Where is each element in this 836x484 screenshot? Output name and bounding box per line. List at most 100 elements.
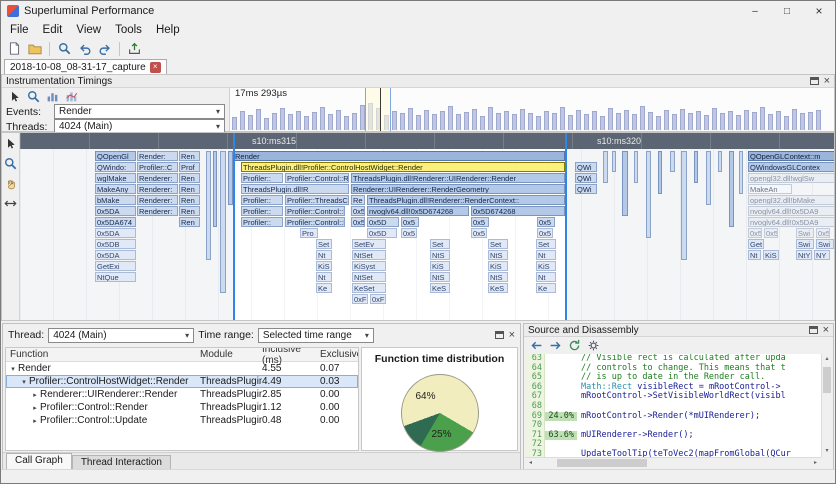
timeline-span[interactable]: Profiler::Control::R [285, 206, 345, 216]
timeline-span[interactable]: Renderer: [137, 173, 178, 183]
timeline-span[interactable]: 0x5 [471, 228, 487, 238]
refresh-source-icon[interactable] [566, 337, 583, 354]
timeline-span[interactable]: Set [536, 239, 556, 249]
pan-tool-icon[interactable] [2, 175, 19, 192]
timeline-span[interactable]: KiS [316, 261, 332, 271]
timeline-span[interactable]: Ren [179, 173, 200, 183]
timeline-span[interactable]: Nt [536, 272, 556, 282]
scrollbar-thumb[interactable] [557, 459, 647, 467]
timeline-span[interactable]: NtY [796, 250, 812, 260]
timeline-span[interactable]: Ren [179, 184, 200, 194]
close-button[interactable] [803, 1, 835, 21]
timeline-strip[interactable] [658, 151, 662, 194]
timeline-span[interactable]: Profiler::Control::Re [285, 217, 345, 227]
timeline-span[interactable]: nvoglv64.dll!0x5DA9 [748, 206, 834, 216]
timeline-span[interactable]: 0x5 [537, 228, 553, 238]
distribution-pie-chart[interactable]: 64%25% [401, 374, 479, 452]
timeline-span[interactable]: 0x5 [471, 217, 489, 227]
collapse-icon[interactable]: ▾ [19, 378, 29, 386]
timeline-span[interactable]: Ren [179, 217, 200, 227]
call-graph-row[interactable]: ▸Renderer::UIRenderer::RenderThreadsPlug… [6, 388, 358, 401]
timeline-strip[interactable] [694, 151, 698, 183]
timeline-span[interactable]: Prof [179, 162, 200, 172]
timeline-span[interactable]: 0x5DA [95, 250, 136, 260]
timeline-span[interactable]: Set [430, 239, 450, 249]
menu-edit[interactable]: Edit [36, 23, 70, 37]
timeline-span[interactable]: 0x5DB [95, 239, 136, 249]
timeline-span[interactable]: Renderer: [137, 184, 178, 194]
timeline-span[interactable]: Ke [316, 283, 332, 293]
timeline-strip[interactable] [729, 151, 734, 227]
timeline-span[interactable]: 0x5 [748, 228, 762, 238]
scroll-left-icon[interactable] [525, 458, 536, 468]
timeline-span[interactable]: Set [488, 239, 508, 249]
timeline-span[interactable]: KiS [488, 261, 508, 271]
timeline-span[interactable]: Profiler::ThreadsCo [285, 195, 349, 205]
timeline-ruler[interactable]: s10:ms315s10:ms320 [20, 133, 834, 149]
timeline-span[interactable]: NY [814, 250, 830, 260]
next-hot-line-icon[interactable] [547, 337, 564, 354]
expand-icon[interactable]: ▸ [30, 404, 40, 412]
timeline-span[interactable]: SetEv [352, 239, 386, 249]
timeline-span[interactable]: Swi [796, 239, 814, 249]
timeline-span[interactable]: 0x5 [401, 217, 419, 227]
timeline-span[interactable]: Re [351, 195, 365, 205]
timeline-strip[interactable] [646, 151, 651, 238]
timeline-span[interactable]: Pro [300, 228, 318, 238]
scrollbar-thumb[interactable] [823, 367, 831, 393]
bar-chart-view-icon[interactable] [44, 88, 61, 105]
timeline-span[interactable]: Set [316, 239, 332, 249]
timeline-span[interactable]: 0x5 [816, 228, 830, 238]
timeline-tracks[interactable]: QOpenGlRender:RenQWindo:Profiler::CProfw… [20, 149, 834, 320]
timeline-span[interactable]: 0xF [370, 294, 386, 304]
column-function[interactable]: Function [6, 349, 200, 360]
timeline-span[interactable]: nvoglv64.dll!0x5DA9 [748, 217, 834, 227]
timeline-span[interactable]: 0x5DA [95, 206, 136, 216]
mixed-chart-view-icon[interactable] [63, 88, 80, 105]
timeline-span[interactable]: 0xF [352, 294, 368, 304]
timeline-span[interactable]: Nt [536, 250, 556, 260]
timeline-span[interactable]: Ren [179, 206, 200, 216]
timeline-span[interactable]: QOpenGLContext::m [748, 151, 834, 161]
timeline-span[interactable]: KiS [536, 261, 556, 271]
timeline-span[interactable]: 0x5D674268 [471, 206, 565, 216]
timeline-span[interactable]: NtQue [95, 272, 136, 282]
timeline-span[interactable]: MakeAn [748, 184, 792, 194]
timeline-span[interactable]: Ren [179, 151, 200, 161]
scroll-right-icon[interactable] [810, 458, 821, 468]
timeline-strip[interactable] [739, 151, 743, 194]
redo-icon[interactable] [96, 40, 113, 57]
menu-tools[interactable]: Tools [108, 23, 149, 37]
timeline-span[interactable]: wglMake [95, 173, 136, 183]
timeline-span[interactable]: bMake [95, 195, 136, 205]
timeline-span[interactable]: 0x5DA674 [95, 217, 136, 227]
capture-tab[interactable]: 2018-10-08_08-31-17_capture [4, 59, 167, 74]
timeline-span[interactable]: QWindo: [95, 162, 136, 172]
timeline-span[interactable]: QWi [575, 162, 597, 172]
close-panel-icon[interactable] [509, 331, 515, 340]
vertical-scrollbar[interactable] [821, 354, 832, 457]
new-capture-icon[interactable] [6, 40, 23, 57]
timeline-span[interactable]: nvoglv64.dll!0x5D674268 [367, 206, 469, 216]
timeline-span[interactable]: GetExi [95, 261, 136, 271]
timeline-strip[interactable] [634, 151, 638, 183]
timeline-span[interactable]: Profiler:: [241, 217, 283, 227]
menu-view[interactable]: View [69, 23, 108, 37]
timeline-span[interactable]: NtS [488, 272, 508, 282]
call-graph-row[interactable]: ▾Profiler::ControlHostWidget::RenderThre… [6, 375, 358, 388]
timeline-span[interactable]: Ke [536, 283, 556, 293]
source-code-view[interactable]: 63// Visible rect is calculated after up… [525, 354, 821, 457]
timeline-span[interactable]: 0x5D [367, 228, 397, 238]
selection-boundary-line[interactable] [565, 133, 567, 320]
timeline-span[interactable]: 0x5 [351, 206, 365, 216]
horizontal-scrollbar[interactable] [525, 457, 821, 468]
timeline-span[interactable]: NtSet [352, 250, 386, 260]
timeline-strip[interactable] [206, 151, 211, 260]
call-graph-row[interactable]: ▾Render4.550.07 [6, 362, 358, 375]
minimize-button[interactable] [739, 1, 771, 21]
timeline-strip[interactable] [622, 151, 628, 216]
timeline-span[interactable]: Renderer: [137, 206, 178, 216]
events-select[interactable]: Render [54, 104, 225, 119]
float-panel-icon[interactable] [810, 77, 819, 85]
timeline-span[interactable]: Profiler:: [241, 173, 283, 183]
